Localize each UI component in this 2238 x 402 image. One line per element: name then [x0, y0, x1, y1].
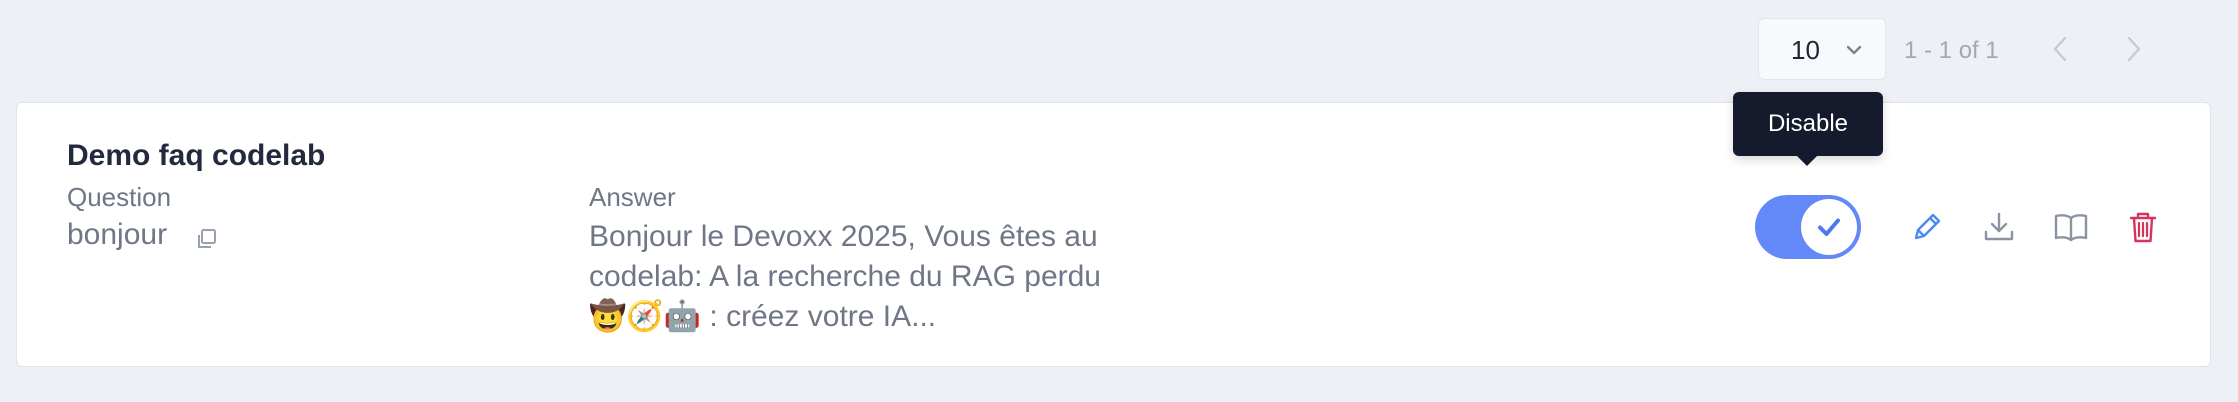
check-icon: [1818, 218, 1840, 236]
previous-page-button[interactable]: [2044, 32, 2078, 66]
pencil-icon[interactable]: [1909, 209, 1945, 245]
pagination-bar: 10 1 - 1 of 1: [1758, 18, 2238, 80]
trash-icon[interactable]: [2125, 209, 2161, 245]
download-icon[interactable]: [1981, 209, 2017, 245]
question-label: Question: [67, 182, 172, 212]
enable-toggle[interactable]: [1755, 195, 1861, 259]
page-size-select[interactable]: 10: [1758, 18, 1886, 80]
answer-value: Bonjour le Devoxx 2025, Vous êtes au cod…: [589, 220, 1101, 333]
copy-icon[interactable]: [194, 227, 218, 251]
disable-tooltip: Disable: [1733, 92, 1883, 166]
page: 10 1 - 1 of 1 Demo faq codelab Question …: [0, 0, 2238, 402]
chevron-down-icon: [1846, 45, 1862, 55]
toggle-knob: [1801, 199, 1857, 255]
faq-title: Demo faq codelab: [67, 139, 326, 172]
pagination-range: 1 - 1 of 1: [1904, 37, 1999, 64]
question-value: bonjour: [67, 218, 168, 251]
answer-label: Answer: [589, 182, 676, 212]
book-icon[interactable]: [2053, 209, 2089, 245]
next-page-button[interactable]: [2116, 32, 2150, 66]
page-size-value: 10: [1791, 35, 1820, 65]
faq-card: Demo faq codelab Question bonjour Answer…: [16, 92, 2211, 367]
